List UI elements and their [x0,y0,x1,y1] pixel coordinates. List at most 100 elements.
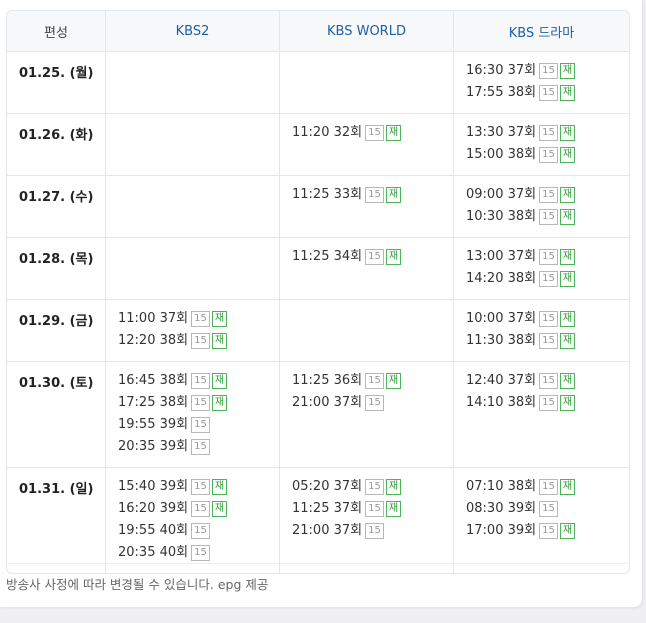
episode-entry[interactable]: 14:20 38회 15 재 [466,268,629,290]
episode-entry[interactable]: 12:20 38회 15 재 [118,330,279,352]
episode-number: 39회 [159,417,189,432]
episode-entry[interactable]: 11:25 37회 15 재 [292,498,453,520]
episode-entry[interactable]: 19:55 39회 15 [118,414,279,436]
rerun-badge: 재 [211,373,228,389]
episode-entry[interactable]: 14:10 38회 15 재 [466,392,629,414]
age-rating-badge: 15 [191,545,210,561]
episode-number: 38회 [507,209,537,224]
episode-entry[interactable]: 21:00 37회 15 [292,520,453,542]
row-date: 01.25. (월) [7,52,105,114]
rerun-badge: 재 [385,479,402,495]
age-rating-badge: 15 [191,395,210,411]
episode-time: 11:00 [118,311,156,326]
episode-entry[interactable]: 05:20 37회 15 재 [292,476,453,498]
episode-entry[interactable]: 17:25 38회 15 재 [118,392,279,414]
episode-time: 17:00 [466,523,504,538]
age-rating-badge: 15 [191,311,210,327]
header-channel-kbs2[interactable]: KBS2 [105,11,279,52]
episode-time: 08:30 [466,501,504,516]
episode-time: 10:30 [466,209,504,224]
episode-number: 34회 [333,249,363,264]
episode-number: 38회 [507,271,537,286]
episode-entry[interactable]: 15:40 39회 15 재 [118,476,279,498]
episode-time: 11:25 [292,373,330,388]
rerun-badge: 재 [559,187,576,203]
episode-entry[interactable]: 07:10 38회 15 재 [466,476,629,498]
age-rating-badge: 15 [539,523,558,539]
schedule-row: 01.26. (화) 11:20 32회 15 재 13:30 37회 15 재 15:00 … [7,114,629,176]
age-rating-badge: 15 [365,249,384,265]
age-rating-badge: 15 [539,147,558,163]
age-rating-badge: 15 [539,395,558,411]
episode-entry[interactable]: 17:00 39회 15 재 [466,520,629,542]
episode-entry[interactable]: 20:35 40회 15 [118,542,279,564]
schedule-cell-kbs-drama: 07:10 38회 15 재 08:30 39회 15 17:00 39회 15 재 [453,468,629,573]
episode-entry[interactable]: 17:55 38회 15 재 [466,82,629,104]
age-rating-badge: 15 [539,249,558,265]
episode-entry[interactable]: 15:00 38회 15 재 [466,144,629,166]
episode-entry[interactable]: 13:30 37회 15 재 [466,122,629,144]
episode-time: 17:55 [466,85,504,100]
age-rating-badge: 15 [539,333,558,349]
episode-time: 19:55 [118,523,156,538]
schedule-cell-kbs-drama: 13:00 37회 15 재 14:20 38회 15 재 [453,238,629,300]
episode-entry[interactable]: 11:00 37회 15 재 [118,308,279,330]
schedule-cell-kbs-world: 11:20 32회 15 재 [279,114,453,176]
rerun-badge: 재 [211,333,228,349]
rerun-badge: 재 [559,147,576,163]
episode-entry[interactable]: 16:20 39회 15 재 [118,498,279,520]
schedule-cell-kbs2: 11:00 37회 15 재 12:20 38회 15 재 [105,300,279,362]
schedule-card: 편성 KBS2 KBS WORLD KBS 드라마 01.25. (월) 16:3… [0,0,642,607]
episode-number: 38회 [507,147,537,162]
episode-entry[interactable]: 11:25 34회 15 재 [292,246,453,268]
episode-entry[interactable]: 12:40 37회 15 재 [466,370,629,392]
rerun-badge: 재 [559,271,576,287]
episode-entry[interactable]: 11:25 33회 15 재 [292,184,453,206]
rerun-badge: 재 [559,373,576,389]
episode-time: 13:00 [466,249,504,264]
episode-entry[interactable]: 20:35 39회 15 [118,436,279,458]
episode-entry[interactable]: 10:00 37회 15 재 [466,308,629,330]
episode-number: 37회 [507,187,537,202]
age-rating-badge: 15 [365,479,384,495]
episode-entry[interactable]: 09:00 37회 15 재 [466,184,629,206]
age-rating-badge: 15 [539,209,558,225]
schedule-row: 01.28. (목) 11:25 34회 15 재 13:00 37회 15 재 14:20 … [7,238,629,300]
schedule-cell-kbs2 [105,114,279,176]
row-date: 01.27. (수) [7,176,105,238]
rerun-badge: 재 [385,249,402,265]
episode-number: 38회 [159,373,189,388]
episode-number: 38회 [159,395,189,410]
schedule-cell-kbs2: 15:40 39회 15 재 16:20 39회 15 재 19:55 40회 15 20:35… [105,468,279,573]
episode-entry[interactable]: 10:30 38회 15 재 [466,206,629,228]
episode-entry[interactable]: 16:30 37회 15 재 [466,60,629,82]
episode-entry[interactable]: 16:45 38회 15 재 [118,370,279,392]
episode-time: 10:00 [466,311,504,326]
episode-entry[interactable]: 11:20 32회 15 재 [292,122,453,144]
episode-time: 11:25 [292,187,330,202]
age-rating-badge: 15 [191,333,210,349]
episode-number: 39회 [507,523,537,538]
episode-entry[interactable]: 08:30 39회 15 [466,498,629,520]
rerun-badge: 재 [559,209,576,225]
episode-time: 05:20 [292,479,330,494]
episode-entry[interactable]: 13:00 37회 15 재 [466,246,629,268]
episode-entry[interactable]: 19:55 40회 15 [118,520,279,542]
rerun-badge: 재 [559,311,576,327]
episode-entry[interactable]: 21:00 37회 15 [292,392,453,414]
episode-number: 38회 [507,85,537,100]
header-channel-kbs-world[interactable]: KBS WORLD [279,11,453,52]
episode-number: 40회 [159,545,189,560]
schedule-cell-kbs-world [279,300,453,362]
episode-number: 37회 [333,523,363,538]
episode-entry[interactable]: 11:30 38회 15 재 [466,330,629,352]
episode-time: 20:35 [118,545,156,560]
rerun-badge: 재 [559,63,576,79]
episode-time: 15:00 [466,147,504,162]
episode-time: 14:10 [466,395,504,410]
episode-time: 12:40 [466,373,504,388]
episode-entry[interactable]: 11:25 36회 15 재 [292,370,453,392]
episode-number: 39회 [159,479,189,494]
schedule-cell-kbs2: 16:45 38회 15 재 17:25 38회 15 재 19:55 39회 15 20:35… [105,362,279,468]
header-channel-kbs-drama[interactable]: KBS 드라마 [453,11,629,52]
